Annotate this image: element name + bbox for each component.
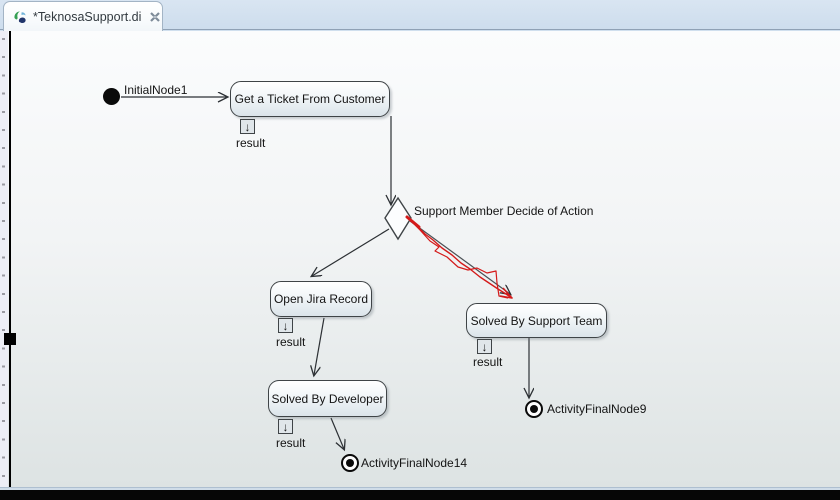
action-node-label: Solved By Support Team [470,313,603,328]
action-node-solved-dev[interactable]: Solved By Developer [268,380,387,417]
initial-node-label[interactable]: InitialNode1 [124,83,187,97]
pin-arrow-icon: ↓ [282,419,289,434]
activity-final-node-14[interactable] [341,454,359,472]
pin-arrow-icon: ↓ [481,339,488,354]
pin-arrow-icon: ↓ [282,318,289,333]
pin-label-result[interactable]: result [276,335,305,349]
ruler-tick-marks [2,38,5,484]
diagram-canvas[interactable] [0,31,840,487]
activity-final-node-9[interactable] [525,400,543,418]
diagram-editor-window: *TeknosaSupport.di InitialNode1 Get a Ti… [0,0,840,500]
output-pin-get-ticket[interactable]: ↓ [240,119,255,134]
action-node-get-ticket[interactable]: Get a Ticket From Customer [230,81,390,117]
pin-label-result[interactable]: result [236,136,265,150]
frame-selection-handle[interactable] [4,333,16,345]
close-icon[interactable] [148,10,162,24]
bottom-black-bar [0,490,840,500]
initial-node[interactable] [103,88,120,105]
output-pin-open-jira[interactable]: ↓ [278,318,293,333]
output-pin-solved-support[interactable]: ↓ [477,339,492,354]
decision-node-label[interactable]: Support Member Decide of Action [414,204,593,218]
pin-arrow-icon: ↓ [244,119,251,134]
pin-label-result[interactable]: result [473,355,502,369]
final-node-14-label[interactable]: ActivityFinalNode14 [361,456,467,470]
papyrus-icon [14,11,26,23]
output-pin-solved-dev[interactable]: ↓ [278,419,293,434]
final-node-dot [530,405,538,413]
final-node-9-label[interactable]: ActivityFinalNode9 [547,402,646,416]
diagram-frame-edge [9,31,11,487]
action-node-label: Get a Ticket From Customer [234,92,386,106]
action-node-solved-support[interactable]: Solved By Support Team [466,303,607,338]
editor-tab-teknosasupport[interactable]: *TeknosaSupport.di [3,1,163,31]
action-node-label: Open Jira Record [273,292,369,306]
tab-title: *TeknosaSupport.di [33,9,142,24]
editor-tab-bar: *TeknosaSupport.di [0,0,840,31]
final-node-dot [346,459,354,467]
action-node-open-jira[interactable]: Open Jira Record [270,281,372,317]
pin-label-result[interactable]: result [276,436,305,450]
action-node-label: Solved By Developer [271,391,384,406]
